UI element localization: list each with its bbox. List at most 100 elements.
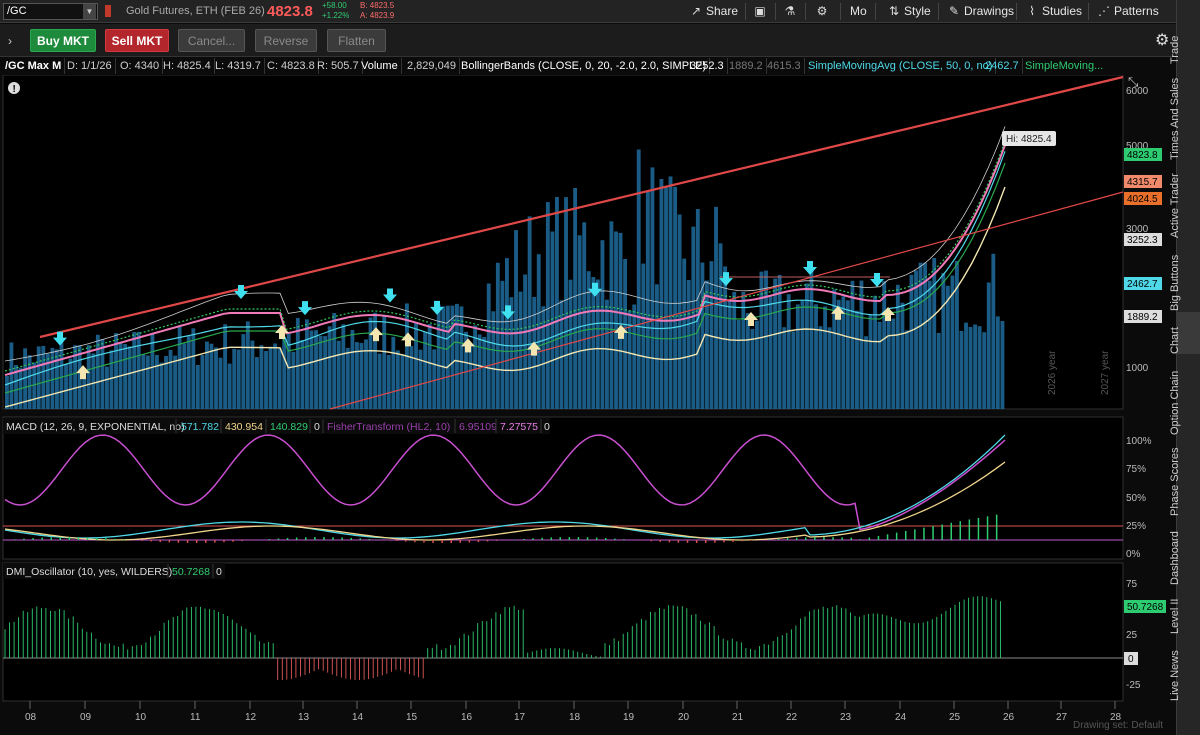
dmi-zero-badge-text: 0 xyxy=(1128,654,1134,665)
volume-bar xyxy=(59,342,64,409)
macd-histogram-bar xyxy=(268,539,271,540)
volume-bar xyxy=(664,187,668,409)
cancel-button[interactable]: Cancel... xyxy=(178,29,245,52)
macd-histogram-bar xyxy=(832,537,834,540)
time-axis[interactable]: 08 09 10 11 12 13 14 15 16 17 18 19 20 21 22 23 24 25 26 27… xyxy=(25,701,1122,723)
gear-icon[interactable]: ⚙ xyxy=(1155,30,1169,50)
macd-histogram-bar xyxy=(105,538,107,540)
volume-bar xyxy=(236,349,241,409)
volume-bar xyxy=(491,311,496,409)
sidebar-tab-live-news[interactable]: Live News xyxy=(1169,635,1200,701)
patterns-button[interactable]: ⋰ Patterns xyxy=(1096,2,1159,21)
volume-bar xyxy=(877,321,882,409)
volume-bar xyxy=(127,346,132,409)
macd-histogram-bar xyxy=(277,538,280,540)
order-bar: › Buy MKT Sell MKT Cancel... Reverse Fla… xyxy=(0,24,1176,57)
volume-bar xyxy=(705,280,709,409)
dmi-label[interactable]: DMI_Oscillator (10, yes, WILDERS) xyxy=(6,566,172,578)
reverse-button[interactable]: Reverse xyxy=(255,29,317,52)
flatten-button[interactable]: Flatten xyxy=(327,29,386,52)
macd-histogram-bar xyxy=(150,540,152,542)
macd-histogram-bar xyxy=(214,540,216,543)
sidebar-tab-trade[interactable]: Trade xyxy=(1169,0,1200,64)
drawing-set-label[interactable]: Drawing set: Default xyxy=(1073,720,1163,731)
macd-label[interactable]: MACD (12, 26, 9, EXPONENTIAL, no) xyxy=(6,421,185,433)
volume-bar xyxy=(655,284,659,409)
volume-bar xyxy=(982,332,987,409)
share-button[interactable]: ↗ Share xyxy=(688,2,738,21)
volume-bar xyxy=(800,299,805,409)
sma2-label[interactable]: SimpleMoving... xyxy=(1022,58,1106,74)
macd-diff: 140.829 xyxy=(270,421,308,433)
volume-label[interactable]: Volume xyxy=(358,58,402,74)
expand-arrow-icon[interactable]: › xyxy=(8,34,12,48)
macd-histogram-bar xyxy=(14,539,16,540)
volume-bar xyxy=(618,232,623,409)
share-icon: ↗ xyxy=(690,4,702,18)
volume-bar xyxy=(809,270,814,409)
volume-bar xyxy=(432,349,437,409)
volume-bar xyxy=(323,336,328,409)
macd-histogram-bar xyxy=(995,514,998,540)
macd-histogram-bar xyxy=(559,537,561,540)
macd-histogram-bar xyxy=(732,540,734,542)
volume-bar xyxy=(277,347,282,409)
volume-bar xyxy=(582,222,587,409)
volume-bar xyxy=(436,304,441,409)
macd-histogram-bar xyxy=(768,539,771,540)
volume-bar xyxy=(691,226,696,409)
macd-histogram-bar xyxy=(141,540,143,541)
macd-histogram-bar xyxy=(350,537,352,540)
volume-bar xyxy=(486,283,491,409)
macd-histogram-bar xyxy=(241,540,243,542)
volume-bar xyxy=(686,280,691,409)
price-badge-bb-text: 3252.3 xyxy=(1127,235,1158,246)
macd-histogram-bar xyxy=(950,522,952,540)
time-axis-label: 22 xyxy=(786,712,798,723)
dmi-axis-label: 25 xyxy=(1126,630,1138,641)
net-change: +58.00 xyxy=(322,1,347,10)
macd-panel[interactable] xyxy=(2,416,1124,560)
sell-market-button[interactable]: Sell MKT xyxy=(105,29,169,52)
volume-bar xyxy=(895,284,900,409)
timeframe-button[interactable]: Mo xyxy=(850,2,867,21)
chart-area[interactable]: ! ⤡ Hi: 4825.4 6000 5000 4000 3000 2000 … xyxy=(0,75,1176,735)
volume-bar xyxy=(845,300,850,409)
volume-bar xyxy=(386,355,391,409)
hi-label: Hi: 4825.4 xyxy=(1006,134,1052,145)
fisher-label[interactable]: FisherTransform (HL2, 10) xyxy=(327,421,450,433)
symbol-dropdown-icon[interactable]: ▼ xyxy=(83,4,96,19)
macd-histogram-bar xyxy=(823,537,825,540)
volume-bar xyxy=(186,335,191,409)
volume-bar xyxy=(791,331,796,409)
volume-bar xyxy=(741,291,746,409)
sma-label[interactable]: SimpleMovingAvg (CLOSE, 50, 0, no) xyxy=(805,58,997,74)
fisher-zero: 0 xyxy=(544,421,550,433)
macd-histogram-bar xyxy=(186,540,189,543)
divider xyxy=(805,3,806,20)
macd-histogram-bar xyxy=(486,540,489,542)
buy-market-button[interactable]: Buy MKT xyxy=(30,29,96,52)
macd-histogram-bar xyxy=(805,537,807,540)
volume-bar xyxy=(964,322,968,409)
flag-icon[interactable] xyxy=(105,5,111,17)
macd-histogram-bar xyxy=(86,537,89,540)
macd-histogram-bar xyxy=(668,540,671,543)
style-button[interactable]: ⇅ Style xyxy=(886,2,931,21)
macd-histogram-bar xyxy=(114,538,116,540)
volume-bar xyxy=(9,342,14,409)
volume-bar xyxy=(227,363,232,409)
bid-ask: B: 4823.5 A: 4823.9 xyxy=(360,1,394,21)
macd-histogram-bar xyxy=(686,540,689,543)
volume-bar xyxy=(850,280,855,409)
macd-histogram-bar xyxy=(95,537,98,540)
dmi-header: DMI_Oscillator (10, yes, WILDERS) 50.726… xyxy=(3,563,225,579)
bollinger-label[interactable]: BollingerBands (CLOSE, 0, 20, -2.0, 2.0,… xyxy=(458,58,711,74)
volume-bar xyxy=(650,167,655,409)
volume-bar xyxy=(109,350,114,409)
drawings-button[interactable]: ✎ Drawings xyxy=(946,2,1014,21)
volume-bar xyxy=(182,343,187,409)
studies-button[interactable]: ⌇ Studies xyxy=(1024,2,1082,21)
macd-histogram-bar xyxy=(305,537,307,540)
volume-bar xyxy=(568,279,573,409)
